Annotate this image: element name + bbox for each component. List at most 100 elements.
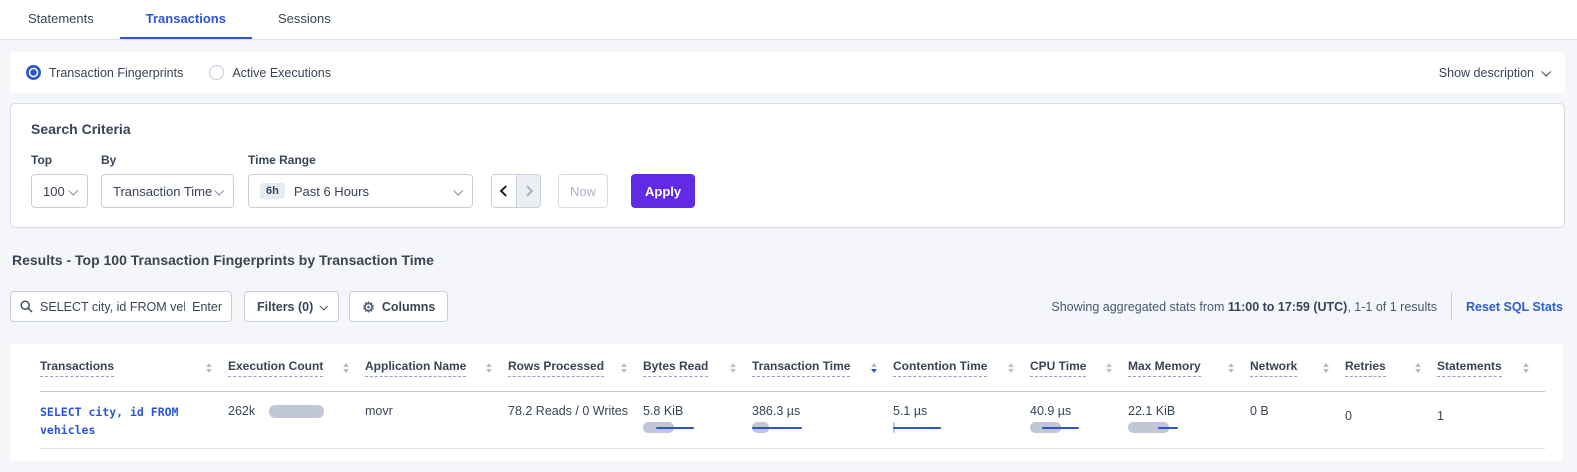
bytes-read-value: 5.8 KiB [643, 404, 752, 418]
column-header-bytes-read[interactable]: Bytes Read [643, 359, 752, 377]
chevron-down-icon [320, 302, 328, 310]
time-range-value: Past 6 Hours [294, 184, 369, 199]
sort-icon[interactable] [730, 363, 736, 373]
columns-label: Columns [382, 300, 435, 314]
sort-icon[interactable] [1415, 363, 1421, 373]
cell-network: 0 B [1250, 392, 1345, 418]
view-toggle-group: Transaction Fingerprints Active Executio… [26, 65, 331, 80]
sort-icon[interactable] [486, 363, 492, 373]
time-back-button[interactable] [492, 175, 516, 207]
filters-button[interactable]: Filters (0) [244, 291, 339, 322]
tab-transactions[interactable]: Transactions [120, 0, 252, 39]
column-header-transactions[interactable]: Transactions [40, 359, 228, 377]
sort-icon[interactable] [1323, 363, 1329, 373]
chevron-down-icon [453, 185, 463, 195]
tab-sessions[interactable]: Sessions [252, 0, 357, 39]
divider [1451, 293, 1452, 320]
chevron-down-icon [68, 185, 78, 195]
column-header-retries[interactable]: Retries [1345, 359, 1437, 377]
search-criteria-title: Search Criteria [31, 121, 1544, 137]
radio-label: Active Executions [232, 66, 331, 80]
search-input[interactable] [40, 300, 185, 314]
cell-statements: 1 [1437, 392, 1545, 423]
search-icon [20, 300, 33, 313]
now-button[interactable]: Now [558, 174, 608, 208]
radio-selected-icon [26, 65, 41, 80]
show-description-label: Show description [1439, 66, 1534, 80]
by-select[interactable]: Transaction Time [101, 174, 234, 208]
chevron-left-icon [500, 185, 511, 196]
sort-icon[interactable] [1228, 363, 1234, 373]
column-header-application-name[interactable]: Application Name [365, 359, 508, 377]
cell-transaction: SELECT city, id FROM vehicles [40, 392, 228, 440]
transaction-fingerprint-link[interactable]: SELECT city, id FROM vehicles [40, 404, 228, 440]
radio-active-executions[interactable]: Active Executions [209, 65, 331, 80]
column-header-execution-count[interactable]: Execution Count [228, 359, 365, 377]
cell-rows-processed: 78.2 Reads / 0 Writes [508, 392, 643, 418]
search-criteria-card: Search Criteria Top 100 By Transaction T… [10, 103, 1565, 228]
time-range-label: Time Range [248, 153, 473, 167]
time-range-badge: 6h [260, 183, 285, 199]
column-header-cpu-time[interactable]: CPU Time [1030, 359, 1128, 377]
sort-icon[interactable] [1523, 363, 1529, 373]
search-criteria-fields: Top 100 By Transaction Time Time Range 6… [31, 153, 1544, 208]
column-header-transaction-time[interactable]: Transaction Time [752, 359, 893, 377]
by-field: By Transaction Time [101, 153, 248, 208]
cell-application-name: movr [365, 392, 508, 418]
execution-count-bar [269, 405, 324, 418]
cell-max-memory: 22.1 KiB [1128, 392, 1250, 435]
view-toggle-card: Transaction Fingerprints Active Executio… [10, 52, 1565, 93]
transaction-time-value: 386.3 µs [752, 404, 893, 418]
max-memory-value: 22.1 KiB [1128, 404, 1250, 418]
time-range-field: Time Range 6h Past 6 Hours [248, 153, 473, 208]
column-header-network[interactable]: Network [1250, 359, 1345, 377]
column-header-contention-time[interactable]: Contention Time [893, 359, 1030, 377]
time-forward-button[interactable] [516, 175, 540, 207]
sort-icon[interactable] [343, 363, 349, 373]
radio-unselected-icon [209, 65, 224, 80]
stats-time-range: 11:00 to 17:59 (UTC) [1228, 300, 1347, 314]
transaction-time-bar [752, 422, 822, 435]
show-description-toggle[interactable]: Show description [1439, 66, 1549, 80]
search-enter-hint: Enter [192, 300, 222, 314]
bytes-read-bar [643, 422, 713, 435]
chevron-down-icon [1541, 67, 1551, 77]
sort-icon[interactable] [206, 363, 212, 373]
chevron-down-icon [214, 185, 224, 195]
radio-label: Transaction Fingerprints [49, 66, 183, 80]
sort-icon[interactable] [871, 363, 877, 373]
sort-icon[interactable] [1106, 363, 1112, 373]
results-heading: Results - Top 100 Transaction Fingerprin… [12, 252, 1577, 268]
cell-bytes-read: 5.8 KiB [643, 392, 752, 435]
apply-button[interactable]: Apply [631, 174, 695, 208]
cell-retries: 0 [1345, 392, 1437, 423]
contention-time-value: 5.1 µs [893, 404, 1030, 418]
results-controls-row: Enter Filters (0) ⚙ Columns Showing aggr… [10, 291, 1565, 322]
time-range-select[interactable]: 6h Past 6 Hours [248, 174, 473, 208]
cpu-time-value: 40.9 µs [1030, 404, 1128, 418]
radio-transaction-fingerprints[interactable]: Transaction Fingerprints [26, 65, 183, 80]
cell-contention-time: 5.1 µs [893, 392, 1030, 435]
search-box[interactable]: Enter [10, 291, 232, 322]
top-select[interactable]: 100 [31, 174, 88, 208]
column-header-rows-processed[interactable]: Rows Processed [508, 359, 643, 377]
execution-count-value: 262k [228, 404, 255, 418]
gear-icon: ⚙ [362, 300, 375, 314]
results-table: Transactions Execution Count Application… [10, 344, 1563, 461]
chevron-right-icon [521, 185, 532, 196]
filters-label: Filters (0) [257, 300, 313, 314]
time-window-arrows [491, 174, 541, 208]
table-row: SELECT city, id FROM vehicles 262k movr … [40, 392, 1545, 449]
top-label: Top [31, 153, 101, 167]
column-header-max-memory[interactable]: Max Memory [1128, 359, 1250, 377]
page-tabbar: Statements Transactions Sessions [0, 0, 1577, 40]
sort-icon[interactable] [1008, 363, 1014, 373]
by-select-value: Transaction Time [113, 184, 212, 199]
cpu-time-bar [1030, 422, 1100, 435]
tab-statements[interactable]: Statements [2, 0, 120, 39]
columns-button[interactable]: ⚙ Columns [349, 291, 448, 322]
reset-sql-stats-link[interactable]: Reset SQL Stats [1466, 300, 1563, 314]
column-header-statements[interactable]: Statements [1437, 359, 1545, 377]
sort-icon[interactable] [621, 363, 627, 373]
top-select-value: 100 [43, 184, 65, 199]
